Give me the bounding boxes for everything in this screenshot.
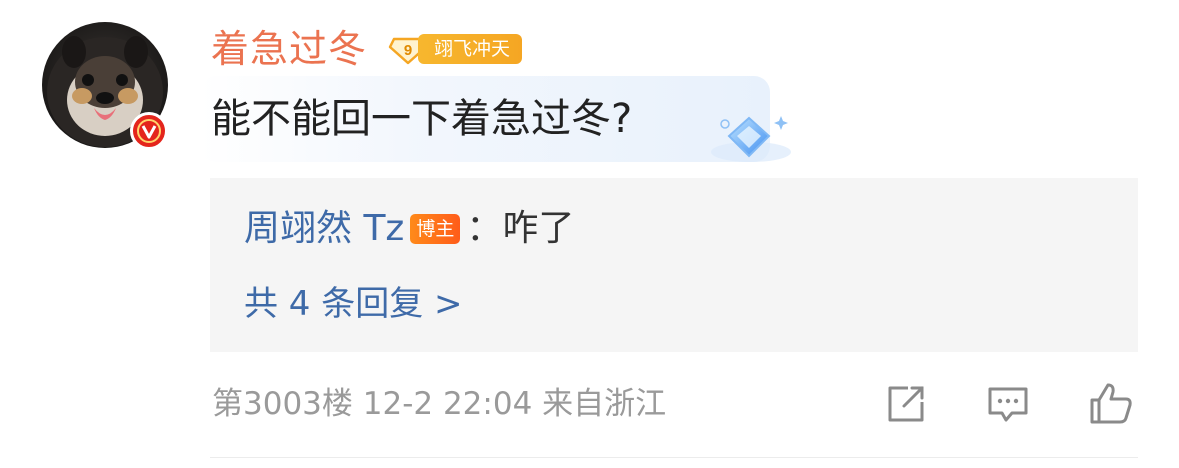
comment-icon[interactable] xyxy=(984,380,1032,428)
share-icon[interactable] xyxy=(882,380,930,428)
diamond-sparkle-icon xyxy=(711,116,791,162)
commenter-username[interactable]: 着急过冬 xyxy=(211,26,367,72)
comment-text[interactable]: 能不能回一下着急过冬? xyxy=(211,94,632,144)
divider xyxy=(210,457,1138,458)
level-number: 9 xyxy=(404,42,412,59)
reply-preview-line: 周翊然 Tz 博主 ： 咋了 xyxy=(244,206,574,252)
comment-meta: 第3003楼 12-2 22:04 来自浙江 xyxy=(212,386,667,422)
user-level-badge: 9 翊飞冲天 xyxy=(388,33,523,65)
blogger-badge: 博主 xyxy=(410,214,461,244)
like-icon[interactable] xyxy=(1086,380,1134,428)
reply-username[interactable]: 周翊然 Tz xyxy=(244,206,404,252)
verified-badge-icon xyxy=(130,112,168,150)
reply-text: 咋了 xyxy=(502,208,575,249)
reply-separator: ： xyxy=(466,208,503,249)
view-all-replies-link[interactable]: 共 4 条回复 > xyxy=(244,282,463,326)
level-title: 翊飞冲天 xyxy=(418,34,523,64)
